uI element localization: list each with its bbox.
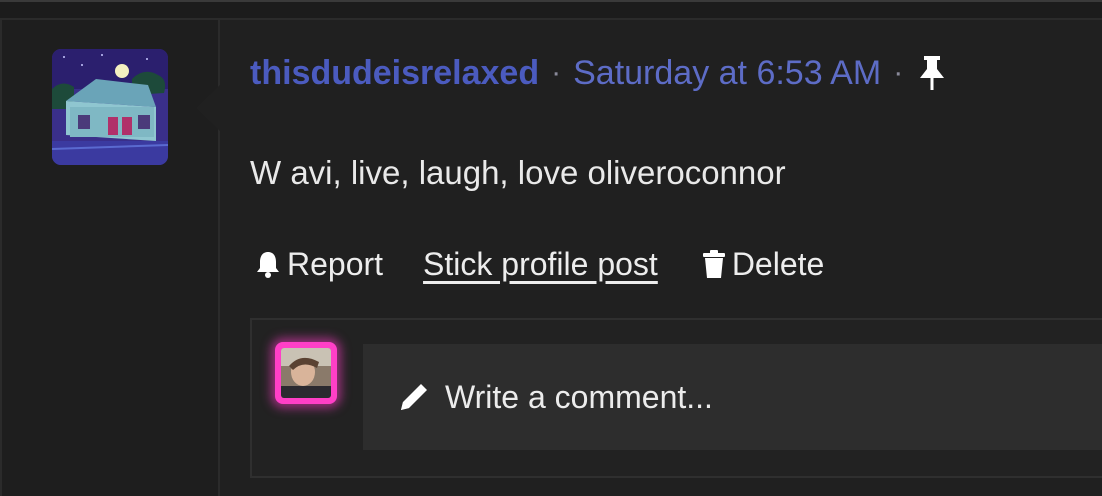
header-separator-2: · <box>893 56 904 89</box>
bell-icon <box>257 252 279 278</box>
username-link[interactable]: thisdudeisrelaxed <box>250 54 539 93</box>
current-user-avatar[interactable] <box>275 342 337 404</box>
user-photo-image <box>281 348 331 398</box>
poster-avatar[interactable] <box>52 49 168 165</box>
profile-post-frame: thisdudeisrelaxed · Saturday at 6:53 AM … <box>0 0 1102 496</box>
report-label: Report <box>287 245 384 282</box>
pencil-icon <box>401 384 427 410</box>
speech-arrow <box>196 84 221 132</box>
house-night-avatar-image <box>52 49 168 165</box>
post-timestamp[interactable]: Saturday at 6:53 AM <box>573 54 881 93</box>
header-separator: · <box>551 56 562 89</box>
comment-placeholder: Write a comment... <box>445 378 713 415</box>
report-button[interactable]: Report <box>255 246 383 283</box>
pin-icon <box>915 53 949 93</box>
post-header: thisdudeisrelaxed · Saturday at 6:53 AM … <box>250 50 949 96</box>
post-message: W avi, live, laugh, love oliveroconnor <box>250 154 786 191</box>
delete-button[interactable]: Delete <box>702 245 825 283</box>
write-comment-input[interactable]: Write a comment... <box>363 344 1102 450</box>
trash-icon <box>702 250 725 278</box>
post-actions: Report Stick profile post Delete <box>255 242 824 286</box>
stick-profile-post-link[interactable]: Stick profile post <box>423 246 658 283</box>
delete-label: Delete <box>731 245 825 282</box>
